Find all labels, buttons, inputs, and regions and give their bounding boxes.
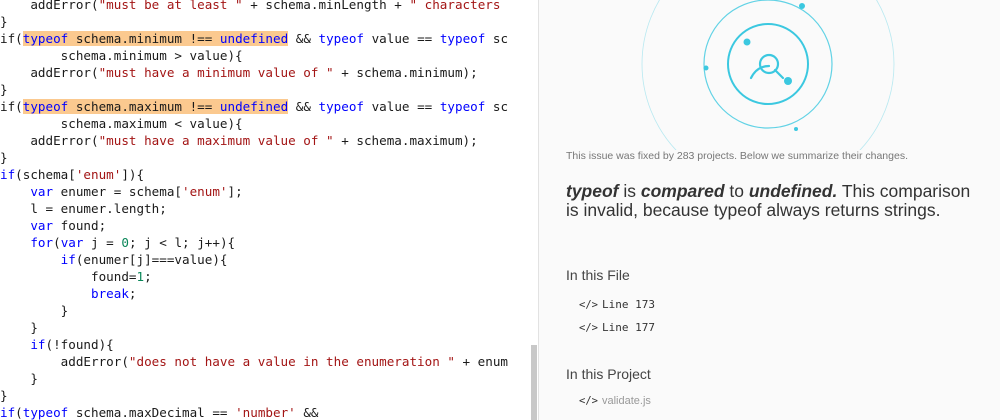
code-line: if(typeof schema.maximum !== undefined &… <box>0 99 509 114</box>
code-line: } <box>0 320 38 335</box>
orbit-dot <box>703 65 709 71</box>
code-scrollbar[interactable] <box>531 345 537 420</box>
code-line: break; <box>91 286 137 301</box>
file-line-link[interactable]: </> Line 173 <box>579 298 655 311</box>
title-keyword: compared <box>640 181 725 201</box>
code-line: if(schema['enum']){ <box>0 167 145 182</box>
issue-title: typeof is compared to undefined. This co… <box>566 181 971 220</box>
code-line: if(typeof schema.minimum !== undefined &… <box>0 31 509 46</box>
code-line: if(!found){ <box>30 337 114 352</box>
code-line: addError("must have a maximum value of "… <box>0 133 478 148</box>
code-icon: </> <box>579 395 598 407</box>
code-icon: </> <box>579 322 598 334</box>
file-line-link[interactable]: </> Line 177 <box>579 321 655 334</box>
code-line: for(var j = 0; j < l; j++){ <box>30 235 236 250</box>
title-keyword: undefined. <box>748 181 838 201</box>
code-line: } <box>0 82 8 97</box>
node-dot <box>743 38 751 46</box>
code-line: l = enumer.length; <box>0 201 167 216</box>
issue-highlight: typeof schema.maximum !== undefined <box>22 99 289 114</box>
code-line: var enumer = schema['enum']; <box>30 184 243 199</box>
line-link-label: Line 177 <box>601 321 655 334</box>
code-line: } <box>0 14 8 29</box>
issue-info-panel: This issue was fixed by 283 projects. Be… <box>539 0 1000 420</box>
search-icon <box>749 53 785 80</box>
code-line: found=1; <box>0 269 152 284</box>
code-line: addError("must be at least " + schema.mi… <box>0 0 501 12</box>
issue-highlight: typeof schema.minimum !== undefined <box>22 31 289 46</box>
project-file-link[interactable]: </> validate.js <box>579 395 651 407</box>
code-line: addError("does not have a value in the e… <box>0 354 509 369</box>
code-line: var found; <box>30 218 107 233</box>
title-keyword: typeof <box>566 181 619 201</box>
code-line: schema.minimum > value){ <box>0 48 243 63</box>
orbit-dot <box>794 127 798 131</box>
code-line: } <box>0 303 69 318</box>
code-editor: addError("must be at least " + schema.mi… <box>0 0 538 420</box>
inner-ring <box>727 23 809 105</box>
project-file-label: validate.js <box>601 395 651 407</box>
line-link-label: Line 173 <box>601 298 655 311</box>
code-line: } <box>0 388 8 403</box>
code-line: } <box>0 371 38 386</box>
code-line: if(typeof schema.maxDecimal == 'number' … <box>0 405 319 420</box>
middle-ring <box>703 0 833 129</box>
code-line: addError("must have a minimum value of "… <box>0 65 478 80</box>
node-dot <box>784 77 792 85</box>
fix-summary: This issue was fixed by 283 projects. Be… <box>566 150 908 162</box>
code-line: if(enumer[j]===value){ <box>60 252 228 267</box>
in-this-project-heading: In this Project <box>566 366 651 382</box>
orbit-dot <box>799 3 805 9</box>
code-line: schema.maximum < value){ <box>0 116 243 131</box>
in-this-file-heading: In this File <box>566 267 630 283</box>
code-line: } <box>0 150 8 165</box>
search-issue-illustration <box>641 0 895 150</box>
code-icon: </> <box>579 299 598 311</box>
